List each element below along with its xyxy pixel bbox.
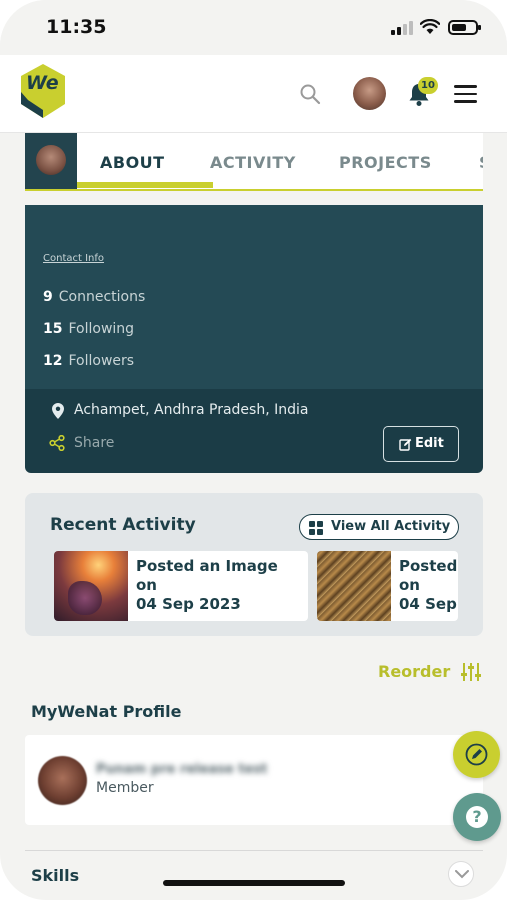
following-stat[interactable]: 15 Following	[43, 321, 134, 337]
profile-info-panel: Contact Info 9 Connections 15 Following 12…	[25, 205, 483, 389]
skills-expand-button[interactable]	[448, 861, 474, 887]
share-icon[interactable]	[49, 435, 65, 451]
tab-avatar-box	[25, 133, 77, 189]
edit-label: Edit	[415, 436, 444, 451]
active-tab-indicator	[77, 182, 213, 188]
profile-footer: Achampet, Andhra Pradesh, India Share Ed…	[25, 389, 483, 473]
connections-label: Connections	[58, 289, 146, 305]
tab-skills-partial[interactable]: S	[479, 153, 483, 172]
phone-screen: 11:35 We 10 ABOUT ACTIVITY PROJECTS Cont…	[0, 0, 507, 900]
help-fab-button[interactable]: ?	[453, 793, 501, 841]
chevron-down-icon	[455, 870, 469, 879]
followers-label: Followers	[68, 353, 135, 369]
member-avatar	[38, 756, 87, 805]
hamburger-menu-icon[interactable]	[454, 85, 477, 103]
tab-projects[interactable]: PROJECTS	[339, 153, 432, 172]
activity-thumbnail	[54, 551, 128, 621]
mywenat-profile-row[interactable]: Punam pre release test Member	[25, 735, 483, 825]
activity-line-2: on	[399, 576, 420, 594]
section-divider	[25, 850, 483, 851]
mywenat-profile-title: MyWeNat Profile	[31, 702, 182, 721]
pencil-icon	[465, 743, 488, 766]
followers-stat[interactable]: 12 Followers	[43, 353, 134, 369]
profile-tabs: ABOUT ACTIVITY PROJECTS S	[25, 133, 483, 191]
activity-card[interactable]: Posted on 04 Sep	[317, 551, 458, 621]
contact-info-link[interactable]: Contact Info	[43, 253, 104, 264]
compose-fab-button[interactable]	[453, 731, 500, 778]
app-header: We 10	[0, 55, 507, 133]
member-name: Punam pre release test	[96, 762, 268, 777]
share-label[interactable]: Share	[74, 435, 114, 451]
activity-line-2: on	[136, 576, 157, 594]
signal-icon	[391, 21, 413, 35]
wifi-icon	[420, 19, 440, 34]
followers-count: 12	[43, 353, 63, 369]
member-role: Member	[96, 780, 154, 796]
battery-icon	[448, 20, 481, 35]
recent-activity-title: Recent Activity	[50, 515, 196, 535]
activity-card[interactable]: Posted an Image on 04 Sep 2023	[54, 551, 308, 621]
following-label: Following	[68, 321, 135, 337]
user-avatar[interactable]	[353, 77, 386, 110]
logo-text: We	[26, 72, 59, 94]
view-all-label: View All Activity	[331, 519, 451, 534]
profile-avatar[interactable]	[36, 145, 66, 175]
tab-activity[interactable]: ACTIVITY	[210, 153, 296, 172]
location-text: Achampet, Andhra Pradesh, India	[74, 402, 309, 418]
connections-stat[interactable]: 9 Connections	[43, 289, 145, 305]
edit-icon	[399, 438, 412, 451]
tab-about[interactable]: ABOUT	[100, 153, 165, 172]
activity-line-1: Posted	[399, 557, 458, 575]
status-bar: 11:35	[0, 0, 507, 55]
activity-date: 04 Sep	[399, 595, 457, 613]
view-all-activity-button[interactable]: View All Activity	[299, 514, 459, 540]
recent-activity-section: Recent Activity View All Activity Posted…	[25, 493, 483, 636]
skills-title: Skills	[31, 866, 80, 885]
location-pin-icon	[52, 403, 64, 419]
reorder-button[interactable]: Reorder	[378, 662, 450, 681]
connections-count: 9	[43, 289, 53, 305]
status-time: 11:35	[46, 16, 107, 38]
activity-line-1: Posted an Image	[136, 557, 278, 575]
following-count: 15	[43, 321, 63, 337]
activity-text: Posted on 04 Sep	[399, 557, 457, 614]
activity-text: Posted an Image on 04 Sep 2023	[136, 557, 278, 614]
notification-badge: 10	[418, 77, 438, 94]
home-indicator	[163, 880, 345, 886]
grid-icon	[309, 521, 323, 535]
activity-thumbnail	[317, 551, 391, 621]
edit-profile-button[interactable]: Edit	[383, 426, 459, 462]
activity-date: 04 Sep 2023	[136, 595, 241, 613]
question-icon: ?	[466, 806, 488, 828]
search-icon[interactable]	[299, 83, 321, 105]
sliders-icon[interactable]	[460, 662, 482, 682]
